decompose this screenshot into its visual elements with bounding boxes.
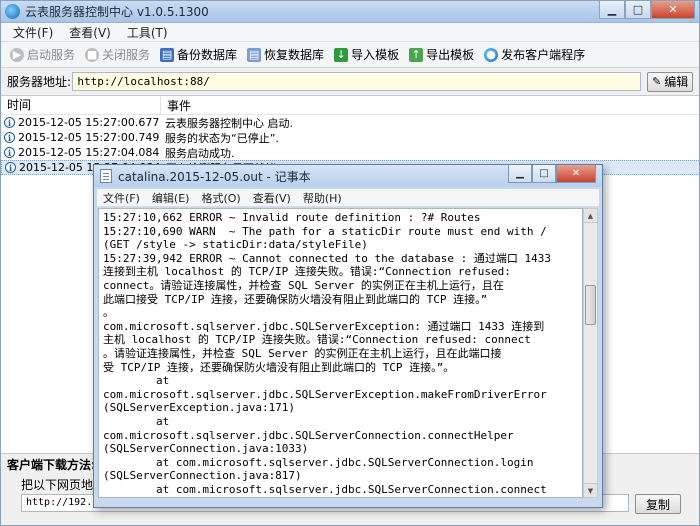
notepad-menu-edit[interactable]: 编辑(E) [146,190,196,206]
download-title: 客户端下载方法: [7,458,96,472]
import-template-label: 导入模板 [351,48,400,62]
notepad-menu-format[interactable]: 格式(O) [195,190,246,206]
minimize-icon[interactable]: ▁ [599,1,625,19]
notepad-menu-file[interactable]: 文件(F) [97,190,146,206]
import-template-button[interactable]: ↓ 导入模板 [329,44,404,66]
log-time: 2015-12-05 15:27:00.749 [18,131,160,144]
log-event: 服务的状态为“已停止”. [165,131,279,145]
log-event: 服务启动成功. [165,146,235,160]
toolbar: ▶ 启动服务 ■ 关闭服务 ▤ 备份数据库 ▤ 恢复数据库 ↓ 导入模板 ↑ 导… [1,42,699,68]
column-header-event[interactable]: 事件 [161,97,191,114]
notepad-menu-view[interactable]: 查看(V) [247,190,297,206]
log-event: 云表服务器控制中心 启动. [165,116,293,130]
notepad-menu-help[interactable]: 帮助(H) [297,190,348,206]
server-address-label: 服务器地址: [7,75,72,89]
copy-button[interactable]: 复制 [635,494,681,514]
edit-label: 编辑 [664,75,689,89]
notepad-window: catalina.2015-12-05.out - 记事本 ▁ □ ✕ 文件(F… [93,164,603,508]
menu-tools[interactable]: 工具(T) [119,24,176,41]
notepad-menu-bar: 文件(F) 编辑(E) 格式(O) 查看(V) 帮助(H) [97,189,599,207]
import-icon: ↓ [334,47,349,62]
column-header-time[interactable]: 时间 [1,95,161,115]
menu-view[interactable]: 查看(V) [61,24,119,41]
start-service-label: 启动服务 [27,48,76,62]
export-template-button[interactable]: ↑ 导出模板 [404,44,479,66]
stop-service-button[interactable]: ■ 关闭服务 [80,44,155,66]
stop-icon: ■ [85,47,100,62]
app-logo-icon [5,4,20,19]
menu-bar: 文件(F) 查看(V) 工具(T) [1,23,699,42]
info-icon: i [5,162,16,173]
publish-client-label: 发布客户端程序 [501,48,586,62]
title-bar[interactable]: 云表服务器控制中心 v1.0.5.1300 ▁ □ ✕ [1,1,699,23]
export-icon: ↑ [409,47,424,62]
info-icon: i [4,117,15,128]
notepad-icon [100,169,112,183]
scroll-up-icon[interactable]: ▲ [584,209,597,223]
backup-database-button[interactable]: ▤ 备份数据库 [155,44,242,66]
maximize-icon[interactable]: □ [625,1,651,19]
stop-service-label: 关闭服务 [102,48,151,62]
log-time: 2015-12-05 15:27:04.084 [18,146,160,159]
publish-client-button[interactable]: ● 发布客户端程序 [479,44,590,66]
notepad-title-bar[interactable]: catalina.2015-12-05.out - 记事本 ▁ □ ✕ [94,165,602,187]
server-address-bar: 服务器地址: http://localhost:88/ ✎ 编辑 [1,68,699,95]
menu-file[interactable]: 文件(F) [5,24,61,41]
publish-globe-icon: ● [484,47,499,62]
notepad-text-area[interactable]: 15:27:10,662 ERROR ~ Invalid route defin… [98,208,583,498]
window-title: 云表服务器控制中心 v1.0.5.1300 [25,5,209,19]
notepad-title: catalina.2015-12-05.out - 记事本 [118,169,311,184]
notepad-content: 15:27:10,662 ERROR ~ Invalid route defin… [103,211,551,496]
scroll-down-icon[interactable]: ▼ [584,483,597,497]
window-controls: ▁ □ ✕ [599,1,695,19]
notepad-scrollbar[interactable]: ▲ ▼ [583,208,598,498]
start-service-button[interactable]: ▶ 启动服务 [5,44,80,66]
minimize-icon[interactable]: ▁ [508,165,532,183]
log-row[interactable]: i 2015-12-05 15:27:00.749 服务的状态为“已停止”. [1,130,699,145]
close-icon[interactable]: ✕ [556,165,596,183]
close-icon[interactable]: ✕ [651,1,695,19]
edit-button[interactable]: ✎ 编辑 [647,71,693,92]
export-template-label: 导出模板 [426,48,475,62]
play-icon: ▶ [10,47,24,62]
backup-database-label: 备份数据库 [177,48,238,62]
log-header: 时间 事件 [1,95,699,115]
info-icon: i [4,147,15,158]
maximize-icon[interactable]: □ [532,165,556,183]
log-row[interactable]: i 2015-12-05 15:27:04.084 服务启动成功. [1,145,699,160]
notepad-window-controls: ▁ □ ✕ [508,165,596,183]
pencil-icon: ✎ [652,75,662,88]
log-time: 2015-12-05 15:27:00.677 [18,116,160,129]
restore-database-button[interactable]: ▤ 恢复数据库 [242,44,329,66]
info-icon: i [4,132,15,143]
scroll-thumb[interactable] [585,285,596,325]
database-restore-icon: ▤ [247,47,262,62]
log-row[interactable]: i 2015-12-05 15:27:00.677 云表服务器控制中心 启动. [1,115,699,130]
database-backup-icon: ▤ [160,47,175,62]
restore-database-label: 恢复数据库 [264,48,325,62]
server-address-input[interactable]: http://localhost:88/ [72,72,642,91]
